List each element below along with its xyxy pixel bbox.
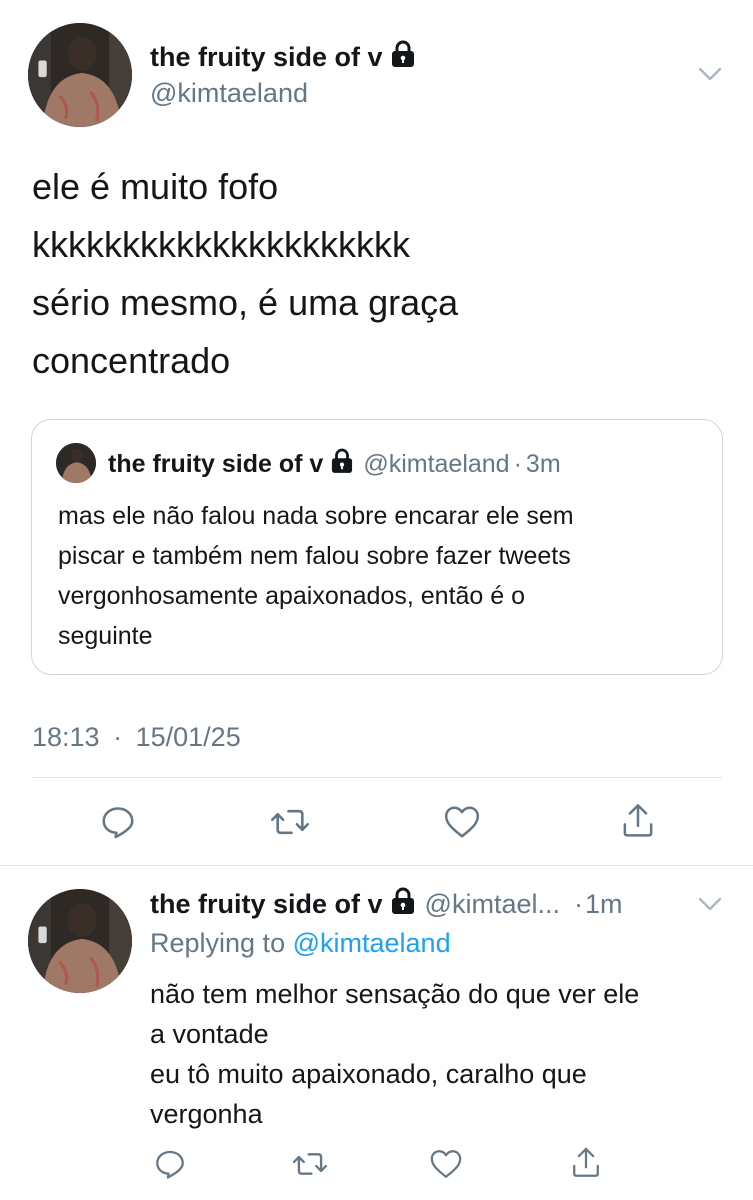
share-icon [623,804,653,837]
divider [32,777,722,778]
share-button[interactable] [566,1142,606,1182]
lock-icon [331,448,353,481]
comment-icon [156,1150,184,1179]
reply-header: the fruity side of v @kimtael... · 1m [150,887,623,922]
chevron-down-icon[interactable] [698,66,722,87]
tweet-date: 15/01/25 [135,722,241,752]
reply-time: 1m [584,889,623,919]
divider [0,865,753,866]
quoted-line: seguinte [58,622,153,650]
share-icon [573,1147,599,1177]
like-button[interactable] [440,800,484,844]
avatar-image [28,889,132,993]
tweet-line: sério mesmo, é uma graça [32,282,459,323]
retweet-button[interactable] [268,800,312,844]
tweet-time: 18:13 [32,722,100,752]
reply-button[interactable] [96,800,140,844]
reply-line: vergonha [150,1099,263,1129]
retweet-icon [292,1153,328,1175]
quoted-line: mas ele não falou nada sobre encarar ele… [58,502,574,530]
quoted-author-name: the fruity side of v [108,450,324,478]
reply-line: a vontade [150,1019,269,1049]
avatar-image [56,443,96,483]
heart-icon [430,1150,462,1178]
separator: · [573,889,583,919]
replying-to: Replying to @kimtaeland [150,928,451,959]
lock-icon [391,887,415,922]
quoted-author-handle: @kimtaeland [363,450,510,478]
reply-author-name[interactable]: the fruity side of v [150,889,383,920]
avatar-image [28,23,132,127]
quoted-text: mas ele não falou nada sobre encarar ele… [58,496,574,656]
reply-author-handle[interactable]: @kimtael... [425,889,560,920]
comment-icon [102,807,134,839]
chevron-down-icon[interactable] [698,896,722,917]
separator: · [113,722,123,752]
quoted-header: the fruity side of v @kimtaeland · 3m [108,448,561,481]
author-handle[interactable]: @kimtaeland [150,78,308,109]
reply-text: não tem melhor sensação do que ver ele a… [150,974,639,1134]
tweet-line: ele é muito fofo [32,166,279,207]
share-button[interactable] [616,798,660,842]
reply-button[interactable] [150,1144,190,1184]
tweet-timestamp[interactable]: 18:13 · 15/01/25 [32,722,241,753]
avatar[interactable] [28,23,132,127]
quoted-time: 3m [525,450,561,478]
tweet-line: kkkkkkkkkkkkkkkkkkkkk [32,224,410,265]
quoted-line: vergonhosamente apaixonados, então é o [58,582,526,610]
separator: · [513,450,522,478]
reply-line: eu tô muito apaixonado, caralho que [150,1059,587,1089]
replying-prefix: Replying to [150,928,286,958]
tweet-text: ele é muito fofo kkkkkkkkkkkkkkkkkkkkk s… [32,158,458,390]
heart-icon [444,806,480,838]
author-name[interactable]: the fruity side of v [150,42,383,73]
replying-to-link[interactable]: @kimtaeland [293,928,451,958]
quoted-tweet[interactable]: the fruity side of v @kimtaeland · 3m ma… [31,419,723,675]
author-name-row[interactable]: the fruity side of v [150,40,415,75]
avatar[interactable] [28,889,132,993]
retweet-icon [271,809,309,835]
retweet-button[interactable] [290,1144,330,1184]
like-button[interactable] [426,1144,466,1184]
reply-line: não tem melhor sensação do que ver ele [150,979,640,1009]
quoted-line: piscar e também nem falou sobre fazer tw… [58,542,571,570]
quoted-avatar [56,443,96,483]
tweet-line: concentrado [32,340,231,381]
lock-icon [391,40,415,75]
